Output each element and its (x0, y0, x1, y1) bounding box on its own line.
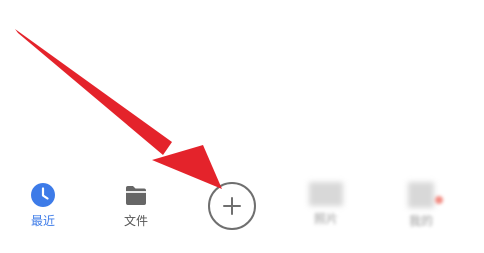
tab-photos-label: 照片 (313, 212, 338, 226)
clock-icon (30, 182, 56, 208)
tab-files-label: 文件 (123, 214, 148, 228)
photo-icon (309, 182, 343, 206)
profile-icon (408, 182, 434, 208)
notification-dot (435, 196, 443, 204)
tab-recent-label: 最近 (30, 214, 55, 228)
tab-photos[interactable]: 照片 (294, 182, 358, 238)
tab-files[interactable]: 文件 (104, 182, 168, 238)
tab-mine[interactable]: 我的 (389, 182, 453, 238)
folder-icon (123, 182, 149, 208)
tab-recent[interactable]: 最近 (11, 182, 75, 238)
add-button[interactable] (208, 182, 256, 230)
tab-mine-label: 我的 (408, 214, 433, 228)
app-screen: 最近 文件 照片 我的 (0, 0, 484, 253)
